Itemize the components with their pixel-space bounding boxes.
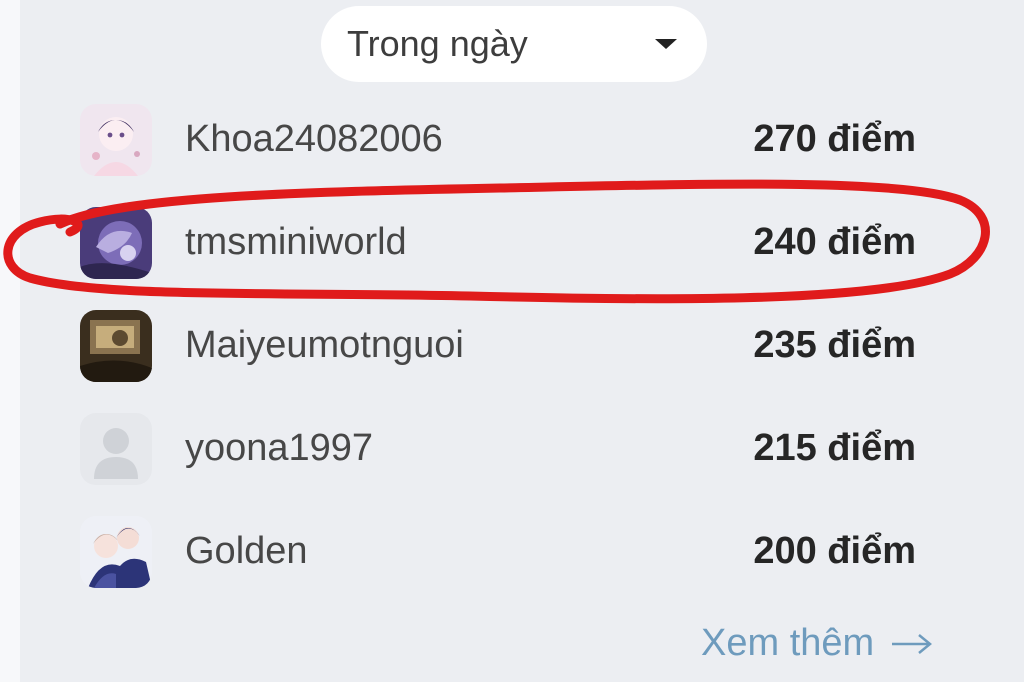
couple-anime-avatar-icon (80, 515, 152, 588)
caret-down-icon (655, 39, 677, 49)
score: 200 điểm (753, 530, 916, 572)
username: Golden (185, 530, 308, 572)
username: Maiyeumotnguoi (185, 324, 464, 366)
username: Khoa24082006 (185, 118, 443, 160)
list-item[interactable]: tmsminiworld 240 điểm (80, 191, 920, 294)
anime-avatar-icon (80, 103, 152, 176)
dropdown-selected-value: Trong ngày (347, 23, 528, 64)
score: 270 điểm (753, 118, 916, 160)
see-more-link[interactable]: Xem thêm (701, 622, 934, 665)
photo-avatar-icon (80, 309, 152, 382)
leaderboard-list: Khoa24082006 270 điểm tmsminiworld 240 đ… (80, 88, 920, 603)
default-user-icon (80, 412, 152, 485)
score: 240 điểm (753, 221, 916, 263)
arrow-right-icon (892, 633, 933, 654)
list-item[interactable]: yoona1997 215 điểm (80, 397, 920, 500)
see-more-label: Xem thêm (701, 622, 875, 664)
list-item[interactable]: Khoa24082006 270 điểm (80, 88, 920, 191)
list-item[interactable]: Golden 200 điểm (80, 500, 920, 603)
score: 235 điểm (753, 324, 916, 366)
page-margin (0, 0, 20, 682)
score: 215 điểm (753, 427, 916, 469)
purple-art-avatar-icon (80, 206, 152, 279)
username: yoona1997 (185, 427, 374, 469)
list-item[interactable]: Maiyeumotnguoi 235 điểm (80, 294, 920, 397)
username: tmsminiworld (185, 221, 407, 263)
time-range-dropdown[interactable]: Trong ngày (321, 6, 707, 82)
